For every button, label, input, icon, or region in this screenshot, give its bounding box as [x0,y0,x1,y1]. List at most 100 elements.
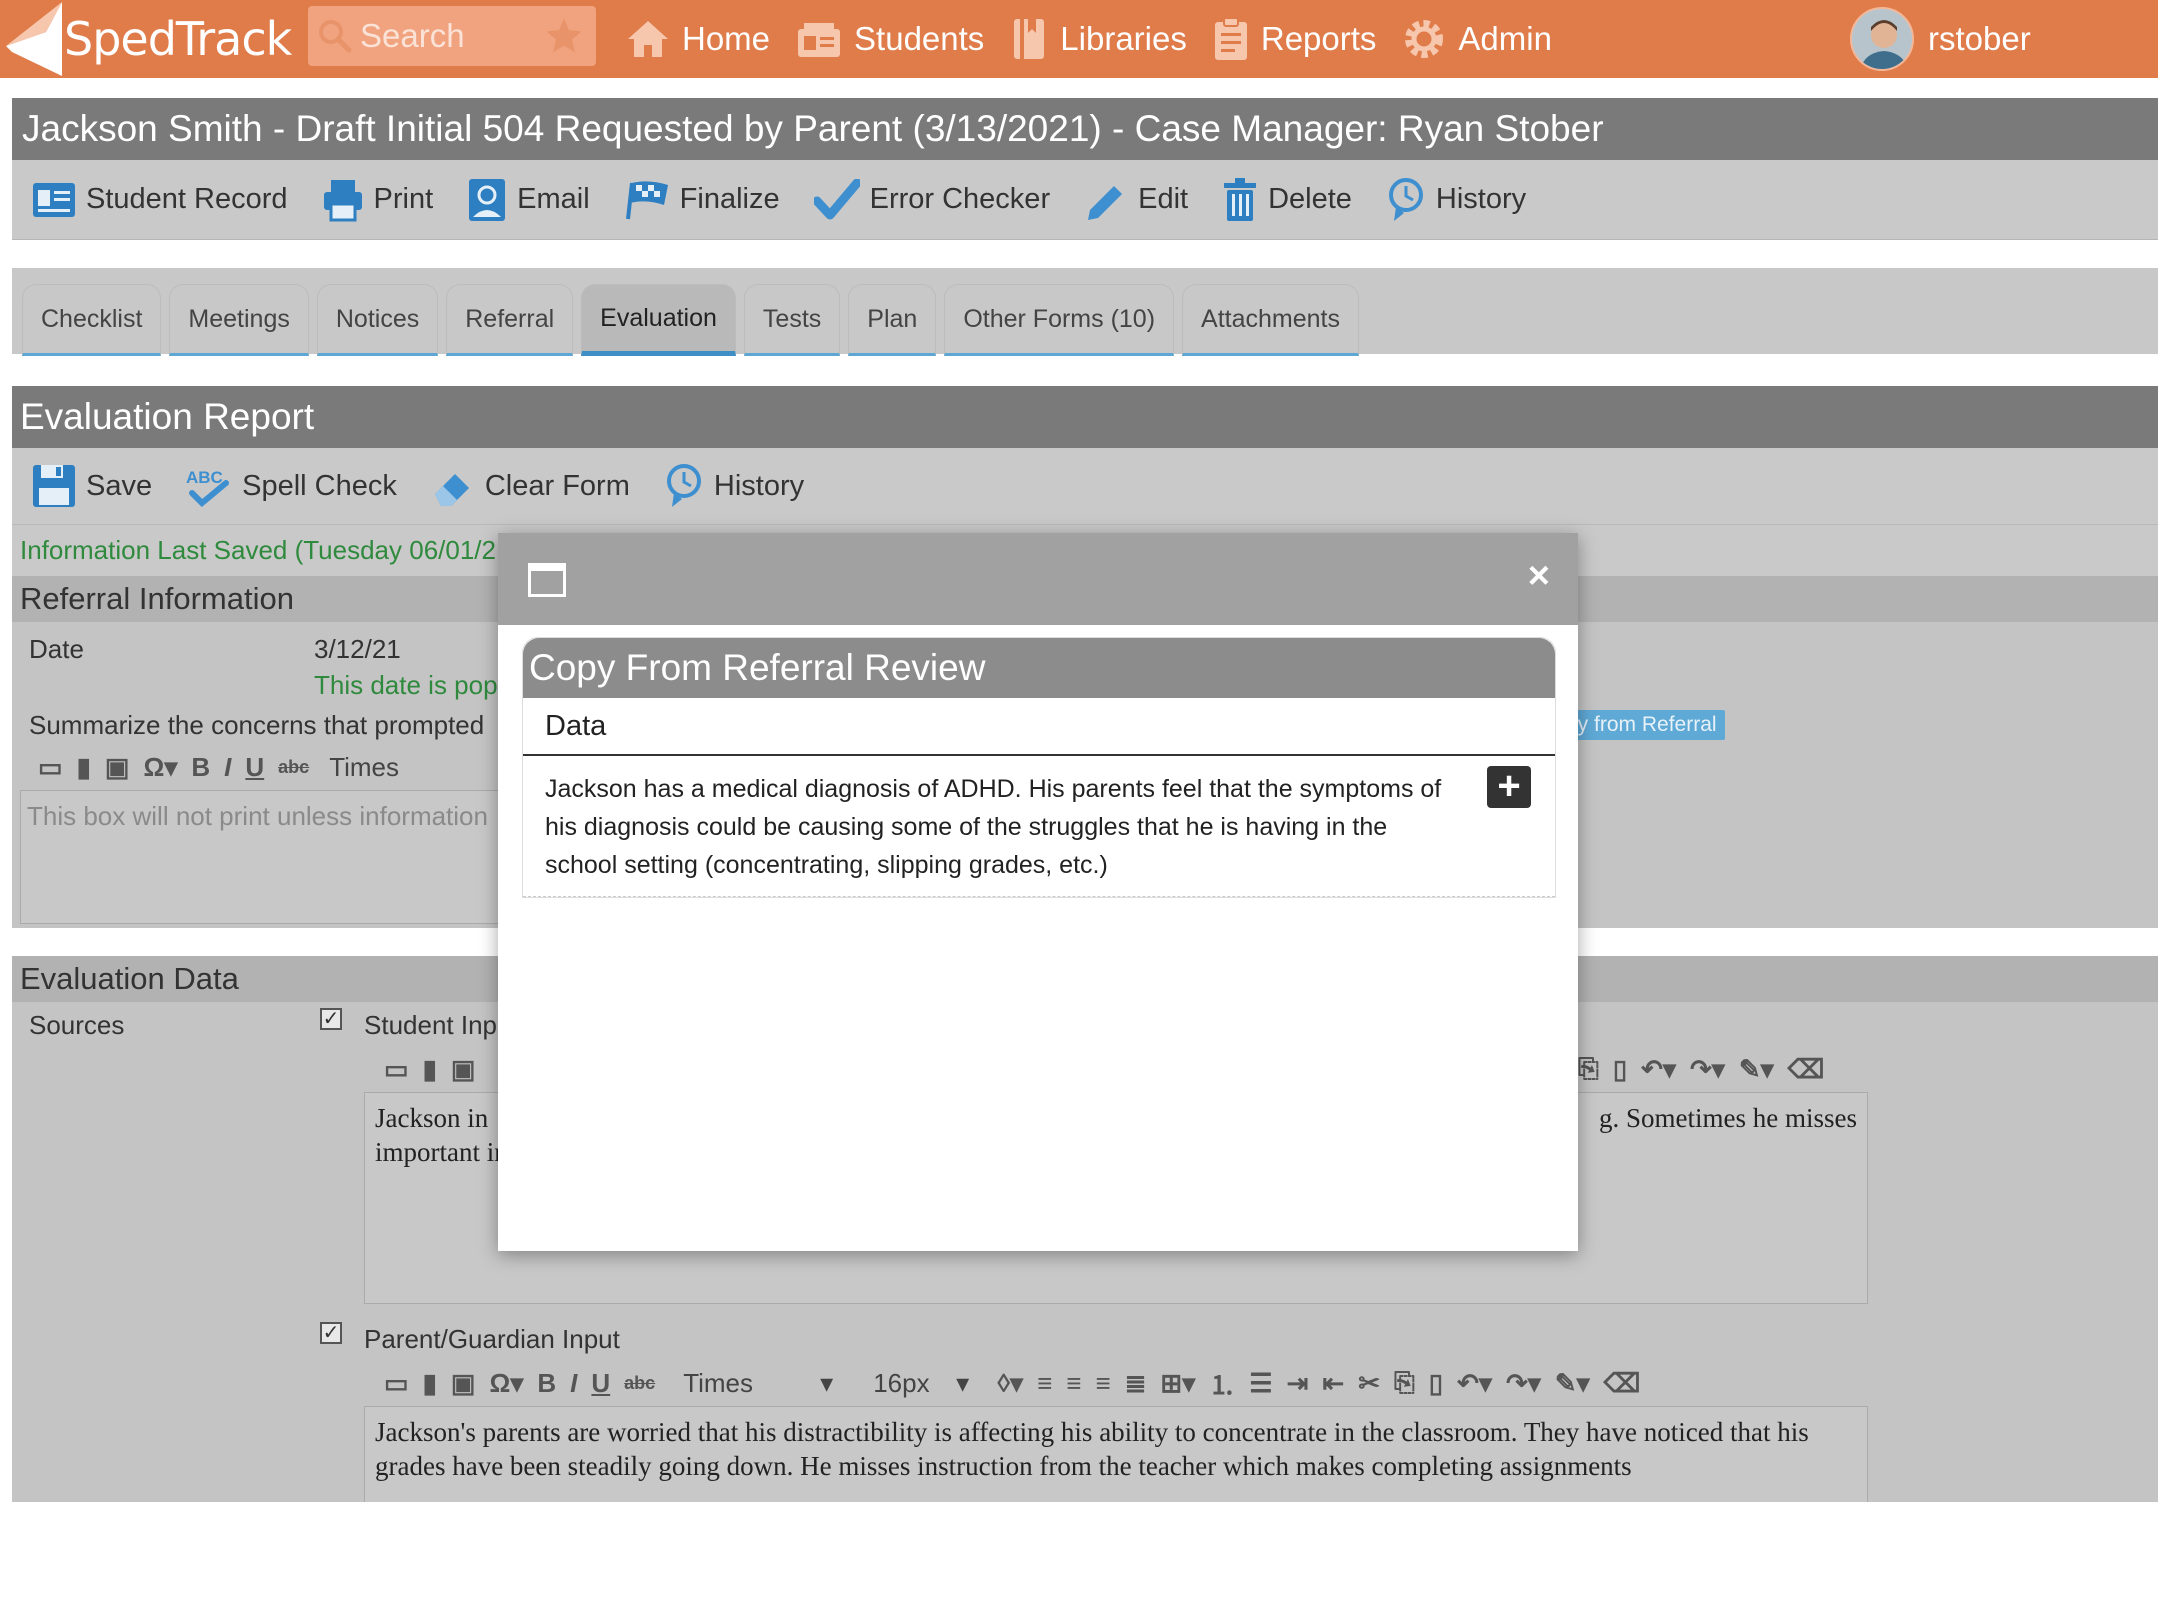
spell-check-button[interactable]: ABC Spell Check [186,465,397,507]
template-icon[interactable]: ▮ [77,752,91,783]
student-input-checkbox[interactable]: ✓ [320,1008,342,1030]
favorites-star-icon[interactable] [544,16,584,56]
special-char-icon[interactable]: Ω▾ [143,752,177,783]
font-family-select[interactable]: Times [329,752,399,783]
nav-admin-label: Admin [1458,20,1552,57]
student-text-line1-left: Jackson in [375,1103,489,1133]
parent-font-family-select[interactable]: Times ▾ [683,1368,833,1399]
edit-button[interactable]: Edit [1084,178,1188,222]
numbered-list-icon[interactable]: ⒈ [1209,1365,1235,1402]
table-icon[interactable]: ⊞▾ [1160,1368,1195,1399]
source-view-icon[interactable]: ▭ [38,752,63,783]
strikethrough-icon[interactable]: abc [624,1373,655,1394]
spell-check-label: Spell Check [242,469,397,502]
concerns-editor[interactable]: This box will not print unless informati… [20,790,530,924]
cut-icon[interactable]: ✂ [1358,1368,1380,1399]
tab-meetings[interactable]: Meetings [169,284,309,356]
image-icon[interactable]: ▣ [451,1054,476,1085]
indent-icon[interactable]: ⇥ [1287,1368,1309,1399]
tab-tests[interactable]: Tests [743,284,841,356]
brand-logo[interactable]: SpedTrack [0,0,300,78]
align-right-icon[interactable]: ≡ [1095,1368,1110,1399]
align-left-icon[interactable]: ≡ [1037,1368,1052,1399]
copy-from-referral-button[interactable]: py from Referral [1558,710,1725,740]
error-checker-button[interactable]: Error Checker [813,178,1050,221]
copy-icon[interactable]: ⎘ [1394,1367,1415,1399]
student-record-button[interactable]: Student Record [32,180,288,220]
strikethrough-icon[interactable]: abc [278,757,309,778]
underline-icon[interactable]: U [245,752,264,783]
date-note: This date is pop [314,670,498,700]
tab-checklist[interactable]: Checklist [22,284,162,356]
page-title: Jackson Smith - Draft Initial 504 Reques… [12,98,2158,160]
format-painter-icon[interactable]: ✎▾ [1739,1054,1774,1085]
nav-reports[interactable]: Reports [1213,17,1377,61]
tab-plan[interactable]: Plan [848,284,937,356]
nav-home[interactable]: Home [626,19,770,59]
parent-input-checkbox[interactable]: ✓ [320,1322,342,1344]
tab-notices[interactable]: Notices [316,284,439,356]
underline-icon[interactable]: U [591,1368,610,1399]
search-input[interactable] [360,17,550,55]
nav-reports-label: Reports [1260,20,1377,57]
italic-icon[interactable]: I [224,752,231,783]
template-icon[interactable]: ▮ [423,1054,437,1085]
history-clock-icon [1388,177,1423,221]
source-view-icon[interactable]: ▭ [384,1054,409,1085]
justify-icon[interactable]: ≣ [1125,1368,1147,1399]
tab-attachments[interactable]: Attachments [1182,284,1359,356]
italic-icon[interactable]: I [570,1368,577,1399]
avatar-image-icon [1852,9,1912,69]
text-color-icon[interactable]: ◊▾ [997,1368,1023,1399]
tab-evaluation[interactable]: Evaluation [581,284,736,356]
tab-other-forms[interactable]: Other Forms (10) [944,284,1175,356]
history-button[interactable]: History [1386,177,1526,223]
checkmark-icon [813,178,860,219]
bold-icon[interactable]: B [191,752,210,783]
clear-format-icon[interactable]: ⌫ [1788,1054,1825,1085]
home-icon [628,21,668,57]
add-icon[interactable]: + [1487,766,1531,808]
image-icon[interactable]: ▣ [451,1368,476,1399]
brand-name: SpedTrack [64,12,292,66]
nav-libraries[interactable]: Libraries [1010,17,1187,61]
clear-format-icon[interactable]: ⌫ [1604,1368,1641,1399]
template-icon[interactable]: ▮ [423,1368,437,1399]
report-history-button[interactable]: History [664,463,804,509]
parent-input-editor[interactable]: Jackson's parents are worried that his d… [364,1406,1868,1502]
tab-referral[interactable]: Referral [446,284,574,356]
referral-data-text: Jackson has a medical diagnosis of ADHD.… [545,775,1442,879]
print-button[interactable]: Print [322,178,433,222]
image-icon[interactable]: ▣ [105,752,130,783]
email-button[interactable]: Email [467,177,590,223]
clear-form-label: Clear Form [484,469,630,502]
search-box[interactable] [308,6,596,66]
format-painter-icon[interactable]: ✎▾ [1555,1368,1590,1399]
bullet-list-icon[interactable]: ☰ [1249,1368,1272,1399]
nav-students[interactable]: Students [796,19,984,59]
redo-icon[interactable]: ↷▾ [1506,1368,1541,1399]
align-center-icon[interactable]: ≡ [1066,1368,1081,1399]
copy-from-referral-modal: × Copy From Referral Review Data Jackson… [498,533,1578,1251]
clipboard-icon[interactable]: ▯ [1429,1368,1443,1399]
clear-form-button[interactable]: Clear Form [431,464,630,508]
report-history-label: History [713,469,805,502]
close-icon[interactable]: × [1528,555,1550,598]
modal-header: × [498,533,1578,625]
bold-icon[interactable]: B [537,1368,556,1399]
user-menu[interactable]: rstober [1850,6,2031,72]
outdent-icon[interactable]: ⇤ [1322,1368,1344,1399]
undo-icon[interactable]: ↶▾ [1641,1054,1676,1085]
undo-icon[interactable]: ↶▾ [1457,1368,1492,1399]
finalize-button[interactable]: Finalize [624,179,780,221]
delete-button[interactable]: Delete [1222,177,1352,223]
redo-icon[interactable]: ↷▾ [1690,1054,1725,1085]
clipboard-icon[interactable]: ▯ [1613,1054,1627,1085]
nav-admin[interactable]: Admin [1402,17,1552,61]
save-button[interactable]: Save [32,464,152,508]
paste-icon[interactable]: ⎘ [1578,1053,1599,1085]
parent-font-size-select[interactable]: 16px ▾ [873,1368,969,1399]
special-char-icon[interactable]: Ω▾ [489,1368,523,1399]
source-view-icon[interactable]: ▭ [384,1368,409,1399]
history-label: History [1435,183,1527,215]
